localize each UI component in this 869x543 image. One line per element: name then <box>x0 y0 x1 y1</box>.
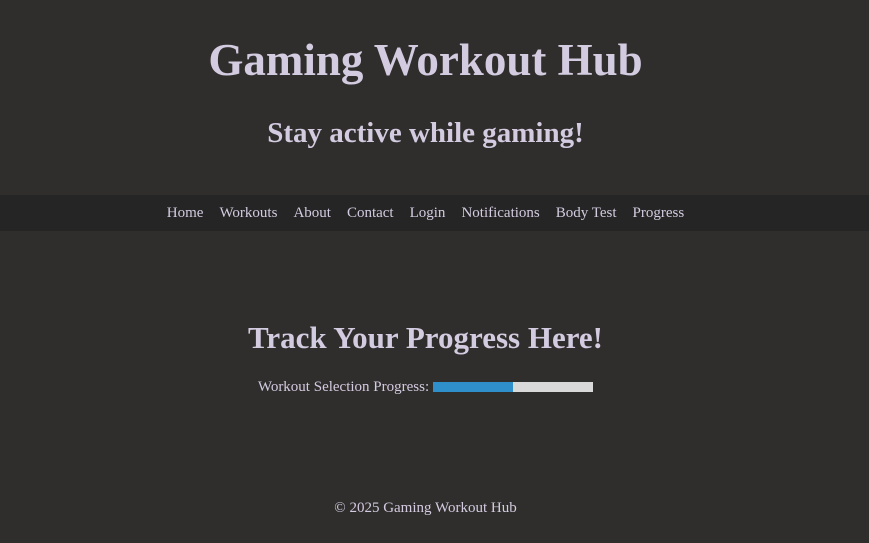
nav-link-about[interactable]: About <box>293 195 331 231</box>
nav-item-progress: Progress <box>633 195 685 231</box>
nav-link-workouts[interactable]: Workouts <box>219 195 277 231</box>
workout-progress-fill <box>433 382 514 392</box>
site-title: Gaming Workout Hub <box>208 35 643 85</box>
nav-link-home[interactable]: Home <box>167 195 204 231</box>
nav-item-login: Login <box>410 195 446 231</box>
nav-item-workouts: Workouts <box>219 195 277 231</box>
site-tagline: Stay active while gaming! <box>267 117 584 149</box>
nav-link-body-test[interactable]: Body Test <box>556 195 617 231</box>
nav-item-home: Home <box>167 195 204 231</box>
site-footer: © 2025 Gaming Workout Hub <box>334 500 517 516</box>
site-header: Gaming Workout Hub Stay active while gam… <box>0 0 869 195</box>
progress-label: Workout Selection Progress: <box>257 379 430 395</box>
progress-heading: Track Your Progress Here! <box>247 320 603 355</box>
nav-link-notifications[interactable]: Notifications <box>461 195 539 231</box>
nav-item-about: About <box>293 195 331 231</box>
workout-progress-bar <box>433 382 594 392</box>
nav-item-notifications: Notifications <box>461 195 539 231</box>
nav-link-progress[interactable]: Progress <box>633 195 685 231</box>
main-nav: Home Workouts About Contact Login Notifi… <box>0 195 869 231</box>
progress-row: Workout Selection Progress: <box>0 378 851 396</box>
nav-list: Home Workouts About Contact Login Notifi… <box>0 195 851 231</box>
nav-item-contact: Contact <box>347 195 394 231</box>
nav-link-contact[interactable]: Contact <box>347 195 394 231</box>
progress-section: Track Your Progress Here! Workout Select… <box>0 318 851 396</box>
nav-link-login[interactable]: Login <box>410 195 446 231</box>
nav-item-body-test: Body Test <box>556 195 617 231</box>
